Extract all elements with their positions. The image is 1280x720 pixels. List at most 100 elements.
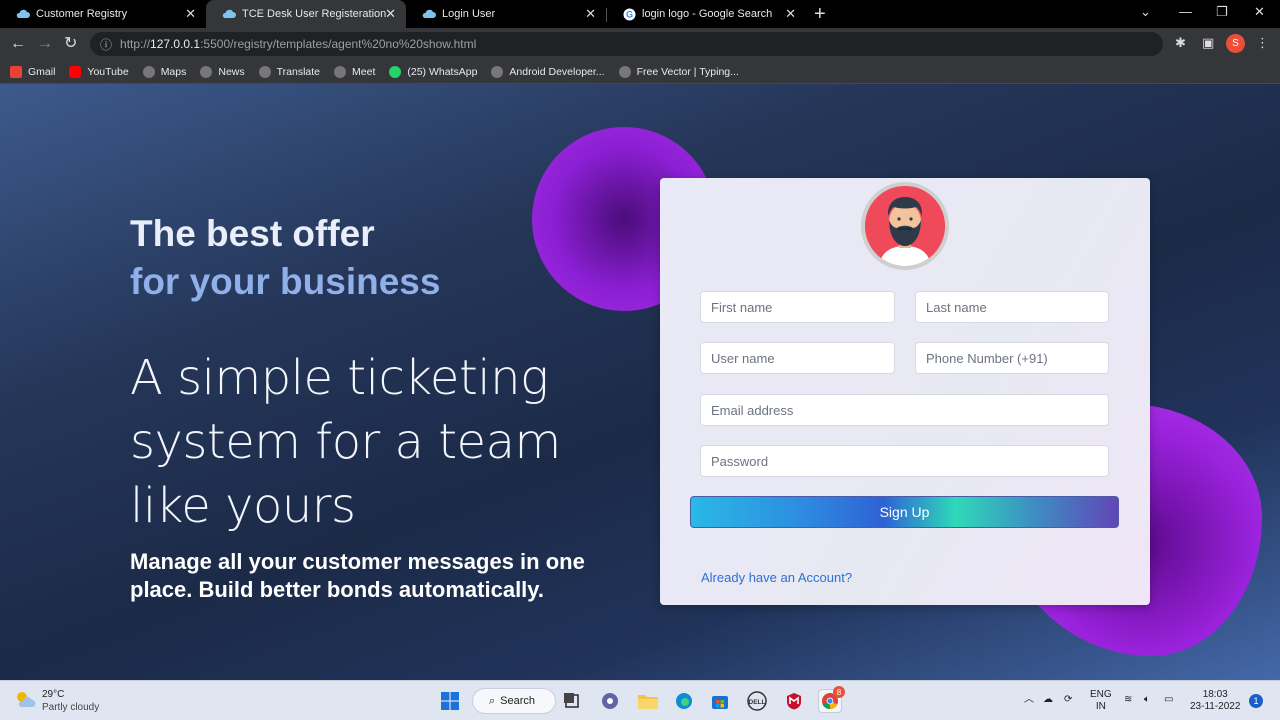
- tab-login-user[interactable]: Login User ✕: [406, 0, 606, 28]
- hero-subtitle: for your business: [130, 261, 441, 302]
- email-field[interactable]: [700, 394, 1109, 426]
- bookmark-news[interactable]: News: [200, 65, 245, 78]
- hero-description: Manage all your customer messages in one…: [130, 549, 585, 602]
- bookmark-label: Translate: [276, 65, 321, 78]
- bookmark-label: YouTube: [87, 65, 129, 78]
- username-field[interactable]: [700, 342, 895, 374]
- weather-condition: Partly cloudy: [42, 702, 100, 713]
- weather-widget[interactable]: 29°C Partly cloudy: [14, 688, 99, 714]
- globe-icon: [142, 65, 155, 78]
- bookmark-youtube[interactable]: YouTube: [69, 65, 129, 78]
- cloud-icon: [422, 7, 436, 21]
- task-view-icon[interactable]: [560, 689, 584, 713]
- profile-avatar[interactable]: S: [1226, 34, 1245, 53]
- bookmark-meet[interactable]: Meet: [334, 65, 376, 78]
- bookmark-label: Gmail: [28, 65, 56, 78]
- bookmark-label: Meet: [352, 65, 376, 78]
- battery-icon[interactable]: ▭: [1164, 694, 1173, 706]
- url-path: :5500/registry/templates/agent%20no%20sh…: [200, 37, 477, 51]
- maximize-icon[interactable]: ❐: [1216, 4, 1228, 20]
- close-tab-icon[interactable]: ✕: [185, 6, 196, 22]
- onedrive-cloud-icon[interactable]: ☁: [1043, 694, 1053, 706]
- search-icon: ⌕: [489, 694, 496, 707]
- bookmark-label: (25) WhatsApp: [407, 65, 478, 78]
- extensions-icon[interactable]: ✱: [1175, 35, 1186, 51]
- sync-weather-icon[interactable]: ⟳: [1064, 694, 1072, 706]
- close-tab-icon[interactable]: ✕: [385, 6, 396, 22]
- dell-icon[interactable]: DELL: [745, 689, 769, 713]
- teams-chat-icon[interactable]: [598, 689, 622, 713]
- phone-field[interactable]: [915, 342, 1109, 374]
- tab-title: TCE Desk User Registeration: [242, 8, 387, 20]
- tab-title: Customer Registry: [36, 8, 128, 20]
- reload-icon[interactable]: ↻: [64, 34, 77, 54]
- side-panel-icon[interactable]: ▣: [1202, 35, 1214, 51]
- close-window-icon[interactable]: ✕: [1254, 4, 1265, 20]
- wifi-icon[interactable]: ≋: [1124, 694, 1132, 706]
- bookmark-maps[interactable]: Maps: [142, 65, 187, 78]
- bookmark-whatsapp[interactable]: (25) WhatsApp: [389, 65, 478, 78]
- last-name-field[interactable]: [915, 291, 1109, 323]
- address-bar-row: ← → ↻ ⓘ http://127.0.0.1:5500/registry/t…: [0, 28, 1280, 60]
- already-have-account-link[interactable]: Already have an Account?: [701, 570, 852, 585]
- mcafee-icon[interactable]: [782, 689, 806, 713]
- globe-icon: [491, 65, 504, 78]
- clock[interactable]: 18:03 23-11-2022: [1190, 689, 1240, 713]
- region-code: IN: [1095, 701, 1106, 712]
- tab-strip: Customer Registry ✕ TCE Desk User Regist…: [0, 0, 1280, 28]
- url-field[interactable]: ⓘ http://127.0.0.1:5500/registry/templat…: [90, 32, 1163, 56]
- bookmark-free-vector[interactable]: Free Vector | Typing...: [618, 65, 739, 78]
- file-explorer-icon[interactable]: [636, 689, 660, 713]
- search-label: Search: [500, 695, 536, 707]
- tab-search-chevron-icon[interactable]: ⌄: [1140, 4, 1151, 20]
- volume-icon[interactable]: 🔈︎: [1144, 694, 1150, 706]
- close-tab-icon[interactable]: ✕: [585, 6, 596, 22]
- edge-browser-icon[interactable]: [672, 689, 696, 713]
- microsoft-store-icon[interactable]: [708, 689, 732, 713]
- bookmark-label: Free Vector | Typing...: [636, 65, 739, 78]
- menu-dots-icon[interactable]: ⋮: [1256, 35, 1269, 51]
- close-tab-icon[interactable]: ✕: [785, 6, 796, 22]
- taskbar-search[interactable]: ⌕ Search: [472, 688, 556, 714]
- globe-icon: [618, 65, 631, 78]
- new-tab-button[interactable]: +: [814, 3, 826, 25]
- notification-badge[interactable]: 1: [1249, 694, 1263, 708]
- bookmark-gmail[interactable]: Gmail: [10, 65, 56, 78]
- globe-icon: [200, 65, 213, 78]
- tab-customer-registry[interactable]: Customer Registry ✕: [0, 0, 206, 28]
- url-host: 127.0.0.1: [150, 37, 201, 51]
- bookmark-android-developer[interactable]: Android Developer...: [491, 65, 605, 78]
- password-field[interactable]: [700, 445, 1109, 477]
- bookmarks-bar: Gmail YouTube Maps News Translate Meet (…: [0, 60, 1280, 84]
- svg-text:DELL: DELL: [749, 699, 766, 706]
- show-hidden-icons-chevron-icon[interactable]: ︿: [1024, 694, 1034, 706]
- tab-google-search[interactable]: G login logo - Google Search ✕: [606, 0, 806, 28]
- back-arrow-icon[interactable]: ←: [10, 34, 26, 54]
- minimize-icon[interactable]: —: [1179, 4, 1192, 19]
- language-code: ENG: [1090, 689, 1112, 700]
- google-icon: G: [622, 7, 636, 21]
- avatar: [861, 182, 949, 270]
- bookmark-translate[interactable]: Translate: [258, 65, 321, 78]
- bookmark-label: Android Developer...: [509, 65, 605, 78]
- tab-title: Login User: [442, 8, 496, 20]
- bookmark-label: Maps: [160, 65, 187, 78]
- language-indicator[interactable]: ENG IN: [1090, 689, 1112, 713]
- sign-up-button[interactable]: Sign Up: [690, 496, 1119, 528]
- youtube-icon: [69, 65, 82, 78]
- url-scheme: http://: [120, 37, 151, 51]
- site-info-icon[interactable]: ⓘ: [100, 36, 112, 53]
- chrome-icon[interactable]: 8: [818, 686, 845, 713]
- hero-heading: The best offer for your business: [130, 210, 440, 306]
- whatsapp-icon: [389, 65, 402, 78]
- globe-icon: [334, 65, 347, 78]
- forward-arrow-icon[interactable]: →: [37, 34, 53, 54]
- first-name-field[interactable]: [700, 291, 895, 323]
- temperature: 29°C: [42, 689, 65, 700]
- tab-tce-desk[interactable]: TCE Desk User Registeration ✕: [206, 0, 406, 28]
- hero-tagline: A simple ticketing system for a team lik…: [130, 350, 561, 534]
- signup-card: Sign Up Already have an Account?: [660, 178, 1150, 605]
- windows-start-icon[interactable]: [438, 689, 462, 713]
- cloud-icon: [222, 7, 236, 21]
- clock-time: 18:03: [1202, 689, 1228, 700]
